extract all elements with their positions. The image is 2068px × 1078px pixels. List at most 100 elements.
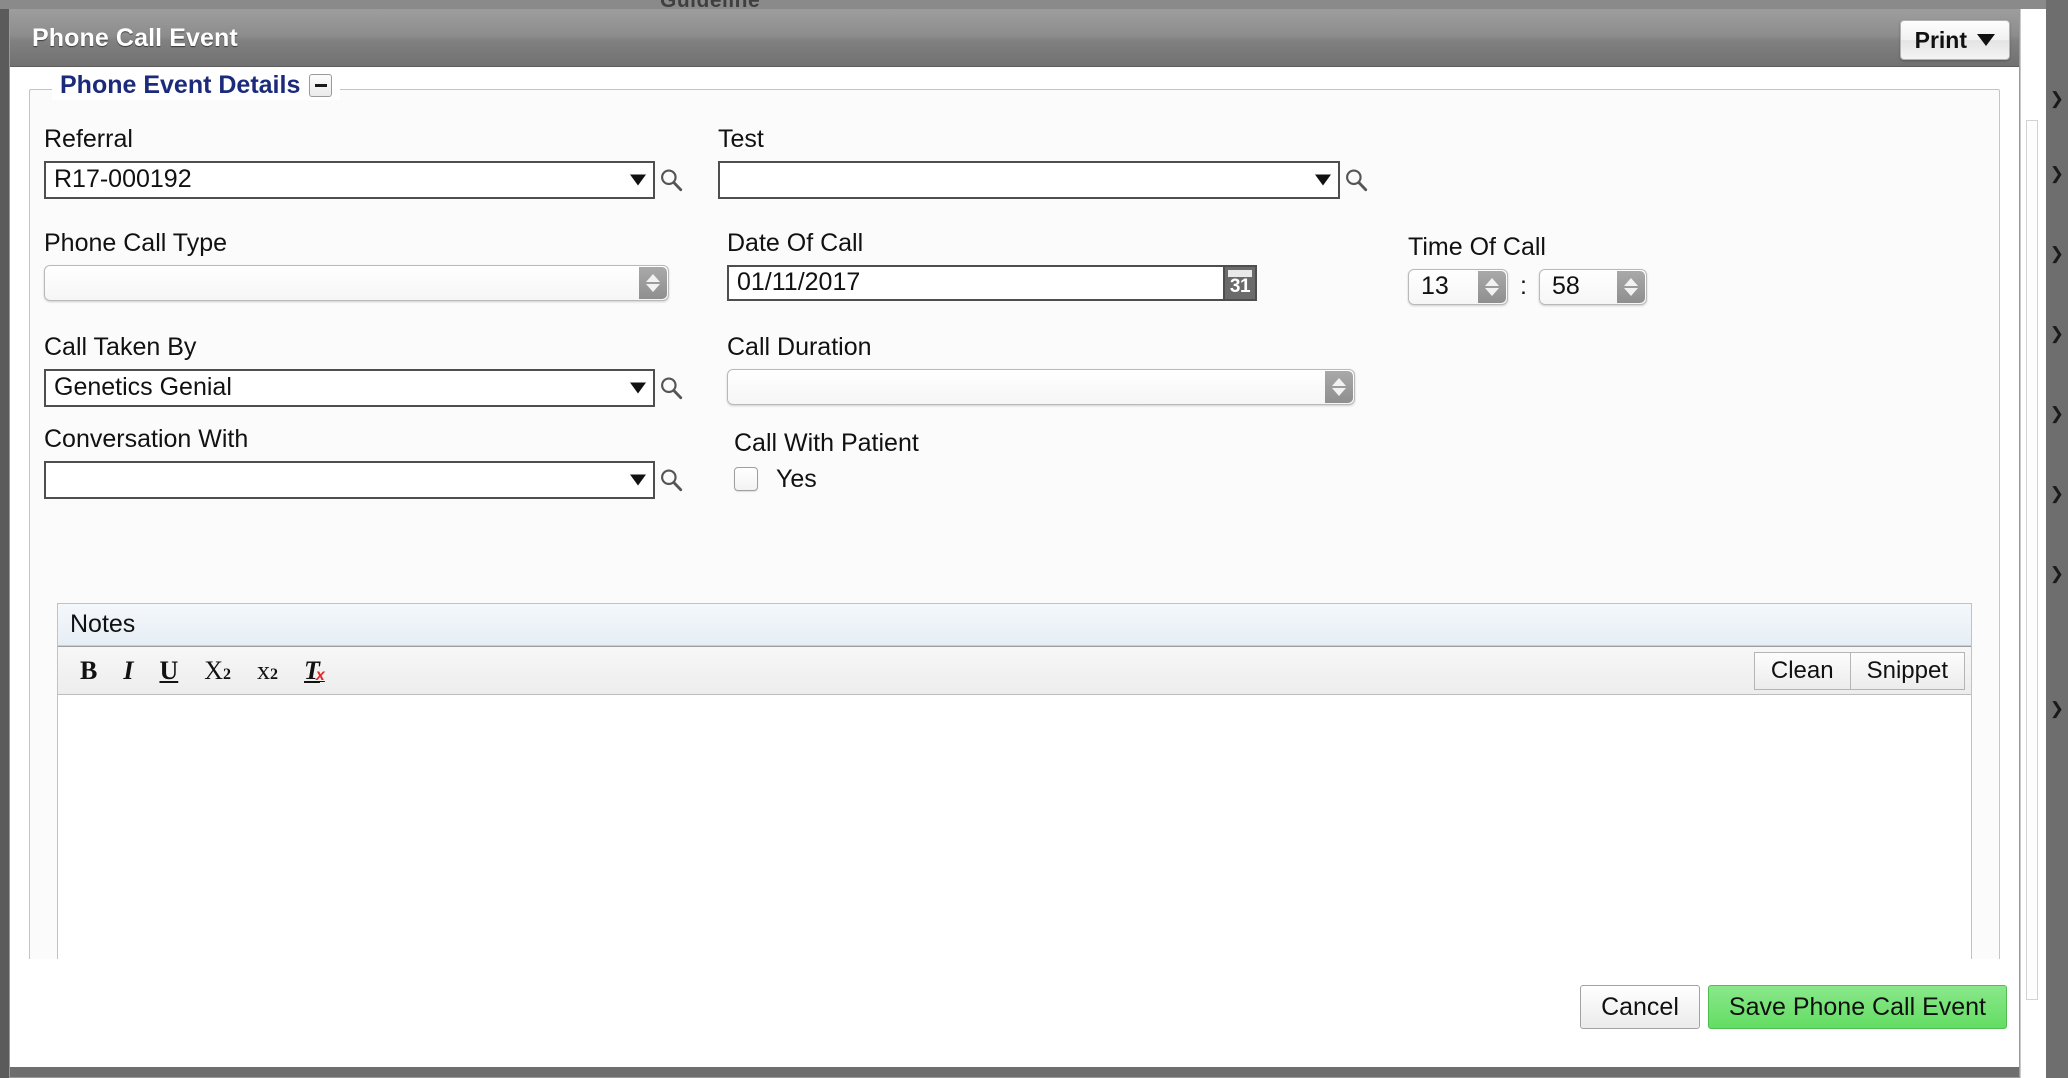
notes-header: Notes xyxy=(58,604,1971,646)
test-combo[interactable] xyxy=(718,160,1340,199)
superscript-icon[interactable]: x2 xyxy=(257,657,279,684)
chevron-right-icon[interactable]: ❯ xyxy=(2050,485,2064,502)
time-of-call-minutes-select[interactable]: 58 xyxy=(1538,268,1647,305)
field-call-duration: Call Duration xyxy=(727,333,1367,405)
phone-call-type-select[interactable] xyxy=(44,264,669,301)
time-of-call-hours-value: 13 xyxy=(1421,272,1449,300)
time-of-call-hours-select[interactable]: 13 xyxy=(1408,268,1508,305)
caret-down-icon xyxy=(1977,34,1995,46)
remove-format-icon[interactable]: Tx xyxy=(304,657,325,684)
call-duration-label: Call Duration xyxy=(727,333,872,361)
caret-down-icon xyxy=(630,474,646,485)
call-with-patient-checkbox[interactable] xyxy=(734,467,758,491)
chevron-right-icon[interactable]: ❯ xyxy=(2050,700,2064,717)
search-icon[interactable] xyxy=(658,374,684,402)
dialog-footer: Cancel Save Phone Call Event xyxy=(10,959,2019,1077)
background-right-rail: ❯ ❯ ❯ ❯ ❯ ❯ ❯ ❯ xyxy=(2046,0,2068,1078)
call-duration-select[interactable] xyxy=(727,368,1355,405)
phone-call-type-label: Phone Call Type xyxy=(44,229,227,257)
stepper-updown-icon[interactable] xyxy=(1616,270,1645,303)
date-of-call-value: 01/11/2017 xyxy=(737,268,861,296)
form-area: Referral R17-000192 Test Phone Call Type… xyxy=(44,125,1985,518)
stepper-updown-icon[interactable] xyxy=(1478,270,1506,303)
form-row-takenby-duration: Call Taken By Genetics Genial Call Durat… xyxy=(44,333,1985,426)
superscript-sup: 2 xyxy=(270,665,279,683)
dialog-title-bar: Phone Call Event Print xyxy=(10,10,2019,67)
remove-format-x: x xyxy=(315,666,325,684)
chevron-right-icon[interactable]: ❯ xyxy=(2050,405,2064,422)
time-of-call-label: Time Of Call xyxy=(1408,233,1546,261)
chevron-right-icon[interactable]: ❯ xyxy=(2050,325,2064,342)
stepper-updown-icon[interactable] xyxy=(1325,370,1353,403)
footer-bottom-bar xyxy=(10,1067,2019,1077)
chevron-right-icon[interactable]: ❯ xyxy=(2050,565,2064,582)
chevron-right-icon[interactable]: ❯ xyxy=(2050,90,2064,107)
print-button-label: Print xyxy=(1914,26,1967,53)
notes-editor-toolbar: B I U X2 x2 Tx Clean Snippet xyxy=(58,647,1971,695)
calendar-day-number: 31 xyxy=(1229,275,1251,297)
call-taken-by-label: Call Taken By xyxy=(44,333,197,361)
subscript-sub: 2 xyxy=(223,665,232,683)
page-root: Guideline ❯ ❯ ❯ ❯ ❯ ❯ ❯ ❯ Phone Call Eve… xyxy=(0,0,2068,1078)
caret-down-icon xyxy=(630,382,646,393)
clean-button[interactable]: Clean xyxy=(1753,652,1851,690)
cancel-button[interactable]: Cancel xyxy=(1580,985,1700,1029)
test-label: Test xyxy=(718,125,764,153)
snippet-button[interactable]: Snippet xyxy=(1850,652,1965,690)
search-icon[interactable] xyxy=(658,166,684,194)
subscript-icon[interactable]: X2 xyxy=(204,655,232,685)
form-row-referral-test: Referral R17-000192 Test xyxy=(44,125,1985,230)
fieldset-legend-label: Phone Event Details xyxy=(60,71,301,99)
minus-icon[interactable] xyxy=(309,74,333,97)
chevron-right-icon[interactable]: ❯ xyxy=(2050,165,2064,182)
caret-down-icon xyxy=(1315,174,1331,185)
search-icon[interactable] xyxy=(1343,166,1369,194)
call-with-patient-label: Call With Patient xyxy=(734,429,919,457)
date-of-call-label: Date Of Call xyxy=(727,229,864,257)
form-row-conversation-patient: Conversation With Call With Patient Yes xyxy=(44,425,1985,518)
call-with-patient-checkbox-label: Yes xyxy=(776,464,817,493)
time-separator: : xyxy=(1520,272,1527,300)
field-call-with-patient: Call With Patient Yes xyxy=(734,429,1154,494)
dialog-body: Phone Event Details Referral R17-000192 xyxy=(10,67,2019,1077)
field-time-of-call: Time Of Call 13 : 58 xyxy=(1408,233,1708,305)
italic-icon[interactable]: I xyxy=(123,657,133,684)
dialog-footer-buttons: Cancel Save Phone Call Event xyxy=(1580,985,2007,1029)
field-conversation-with: Conversation With xyxy=(44,425,684,499)
conversation-with-combo[interactable] xyxy=(44,460,655,499)
subscript-base: X xyxy=(204,655,224,685)
print-button[interactable]: Print xyxy=(1899,20,2010,60)
referral-value: R17-000192 xyxy=(54,165,192,193)
notes-editor: B I U X2 x2 Tx Clean Snippet xyxy=(58,646,1971,991)
conversation-with-label: Conversation With xyxy=(44,425,249,453)
background-left-edge xyxy=(0,9,9,1078)
field-phone-call-type: Phone Call Type xyxy=(44,229,684,301)
notes-panel: Notes B I U X2 x2 T x Clean Snippet xyxy=(57,603,1972,1003)
background-top-strip: Guideline xyxy=(0,0,2068,12)
date-of-call-input[interactable]: 01/11/2017 xyxy=(727,264,1223,301)
time-of-call-minutes-value: 58 xyxy=(1551,272,1580,300)
call-taken-by-value: Genetics Genial xyxy=(54,373,232,401)
chevron-right-icon[interactable]: ❯ xyxy=(2050,245,2064,262)
underline-icon[interactable]: U xyxy=(159,657,178,684)
stepper-updown-icon[interactable] xyxy=(639,266,667,299)
call-taken-by-combo[interactable]: Genetics Genial xyxy=(44,368,655,407)
field-date-of-call: Date Of Call 01/11/2017 31 xyxy=(727,229,1267,301)
notes-text-area[interactable] xyxy=(58,695,1971,991)
calendar-icon[interactable]: 31 xyxy=(1223,264,1257,301)
field-test: Test xyxy=(718,125,1378,199)
search-icon[interactable] xyxy=(658,466,684,494)
phone-event-details-fieldset: Phone Event Details Referral R17-000192 xyxy=(29,71,2000,1007)
referral-label: Referral xyxy=(44,125,133,153)
caret-down-icon xyxy=(630,174,646,185)
save-phone-call-event-button[interactable]: Save Phone Call Event xyxy=(1707,985,2007,1029)
field-referral: Referral R17-000192 xyxy=(44,125,684,199)
dialog-title: Phone Call Event xyxy=(32,23,238,52)
field-call-taken-by: Call Taken By Genetics Genial xyxy=(44,333,684,407)
phone-call-event-dialog: Phone Call Event Print Phone Event Detai… xyxy=(9,9,2020,1078)
bold-icon[interactable]: B xyxy=(80,657,97,684)
form-row-type-date-time: Phone Call Type Date Of Call 01/11/2017 … xyxy=(44,229,1985,334)
background-right-inner-panel xyxy=(2026,120,2038,1000)
referral-combo[interactable]: R17-000192 xyxy=(44,160,655,199)
notes-toolbar-right-group: Clean Snippet xyxy=(1753,652,1965,690)
